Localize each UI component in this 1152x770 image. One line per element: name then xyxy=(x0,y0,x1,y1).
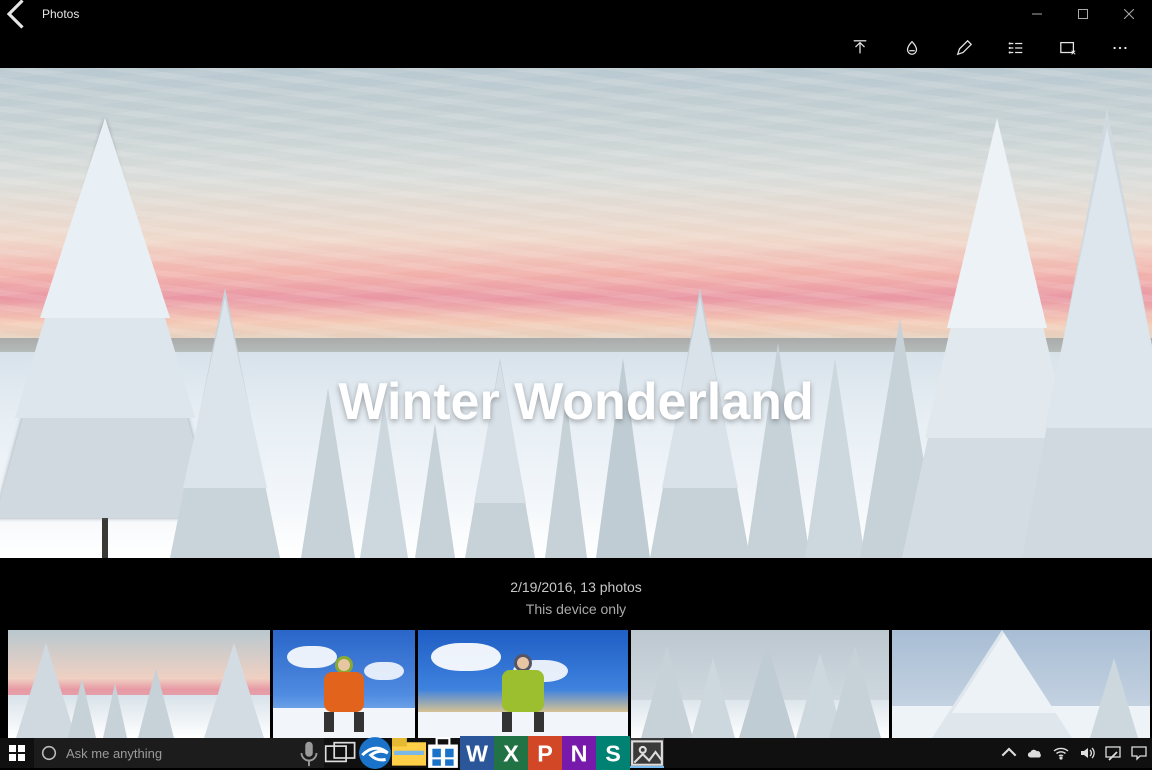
svg-text:S: S xyxy=(605,741,621,767)
powerpoint-app[interactable]: P xyxy=(528,738,562,768)
more-button[interactable] xyxy=(1094,28,1146,68)
svg-text:X: X xyxy=(503,741,519,767)
sway-app[interactable]: S xyxy=(596,738,630,768)
share-button[interactable] xyxy=(834,28,886,68)
volume-icon[interactable] xyxy=(1074,738,1100,768)
slideshow-button[interactable] xyxy=(1042,28,1094,68)
tray-overflow[interactable] xyxy=(996,738,1022,768)
thumbnail-strip xyxy=(0,630,1152,738)
word-app[interactable]: W xyxy=(460,738,494,768)
thumbnail-5[interactable] xyxy=(892,630,1150,738)
onenote-app[interactable]: N xyxy=(562,738,596,768)
excel-app[interactable]: X xyxy=(494,738,528,768)
start-button[interactable] xyxy=(0,738,34,768)
album-meta: 2/19/2016, 13 photos This device only xyxy=(0,558,1152,621)
thumbnail-2[interactable] xyxy=(273,630,415,738)
task-view-button[interactable] xyxy=(324,738,358,768)
wifi-icon[interactable] xyxy=(1048,738,1074,768)
cortana-search[interactable]: Ask me anything xyxy=(34,738,324,768)
ink-workspace-icon[interactable] xyxy=(1100,738,1126,768)
minimize-button[interactable] xyxy=(1014,0,1060,28)
edge-app[interactable] xyxy=(358,738,392,768)
thumbnail-3[interactable] xyxy=(418,630,628,738)
album-cover[interactable]: Winter Wonderland xyxy=(0,68,1152,558)
svg-text:W: W xyxy=(466,741,489,767)
system-tray xyxy=(996,738,1152,768)
album-location: This device only xyxy=(0,598,1152,620)
app-title: Photos xyxy=(36,7,79,21)
file-explorer-app[interactable] xyxy=(392,738,426,768)
maximize-button[interactable] xyxy=(1060,0,1106,28)
thumbnail-4[interactable] xyxy=(631,630,889,738)
photos-app[interactable] xyxy=(630,738,664,768)
mic-icon[interactable] xyxy=(294,738,324,768)
edit-button[interactable] xyxy=(938,28,990,68)
action-center-icon[interactable] xyxy=(1126,738,1152,768)
svg-text:N: N xyxy=(571,741,588,767)
back-button[interactable] xyxy=(0,0,36,32)
titlebar: Photos xyxy=(0,0,1152,28)
svg-text:P: P xyxy=(537,741,553,767)
cortana-icon xyxy=(34,745,64,761)
album-title: Winter Wonderland xyxy=(0,372,1152,432)
close-button[interactable] xyxy=(1106,0,1152,28)
taskbar: Ask me anything W X P N S xyxy=(0,738,1152,768)
store-app[interactable] xyxy=(426,738,460,768)
album-date-count: 2/19/2016, 13 photos xyxy=(0,576,1152,598)
onedrive-icon[interactable] xyxy=(1022,738,1048,768)
toolbar xyxy=(0,28,1152,68)
ink-button[interactable] xyxy=(886,28,938,68)
search-placeholder: Ask me anything xyxy=(64,746,294,761)
add-to-album-button[interactable] xyxy=(990,28,1042,68)
taskbar-apps: W X P N S xyxy=(324,738,664,768)
thumbnail-1[interactable] xyxy=(8,630,270,738)
